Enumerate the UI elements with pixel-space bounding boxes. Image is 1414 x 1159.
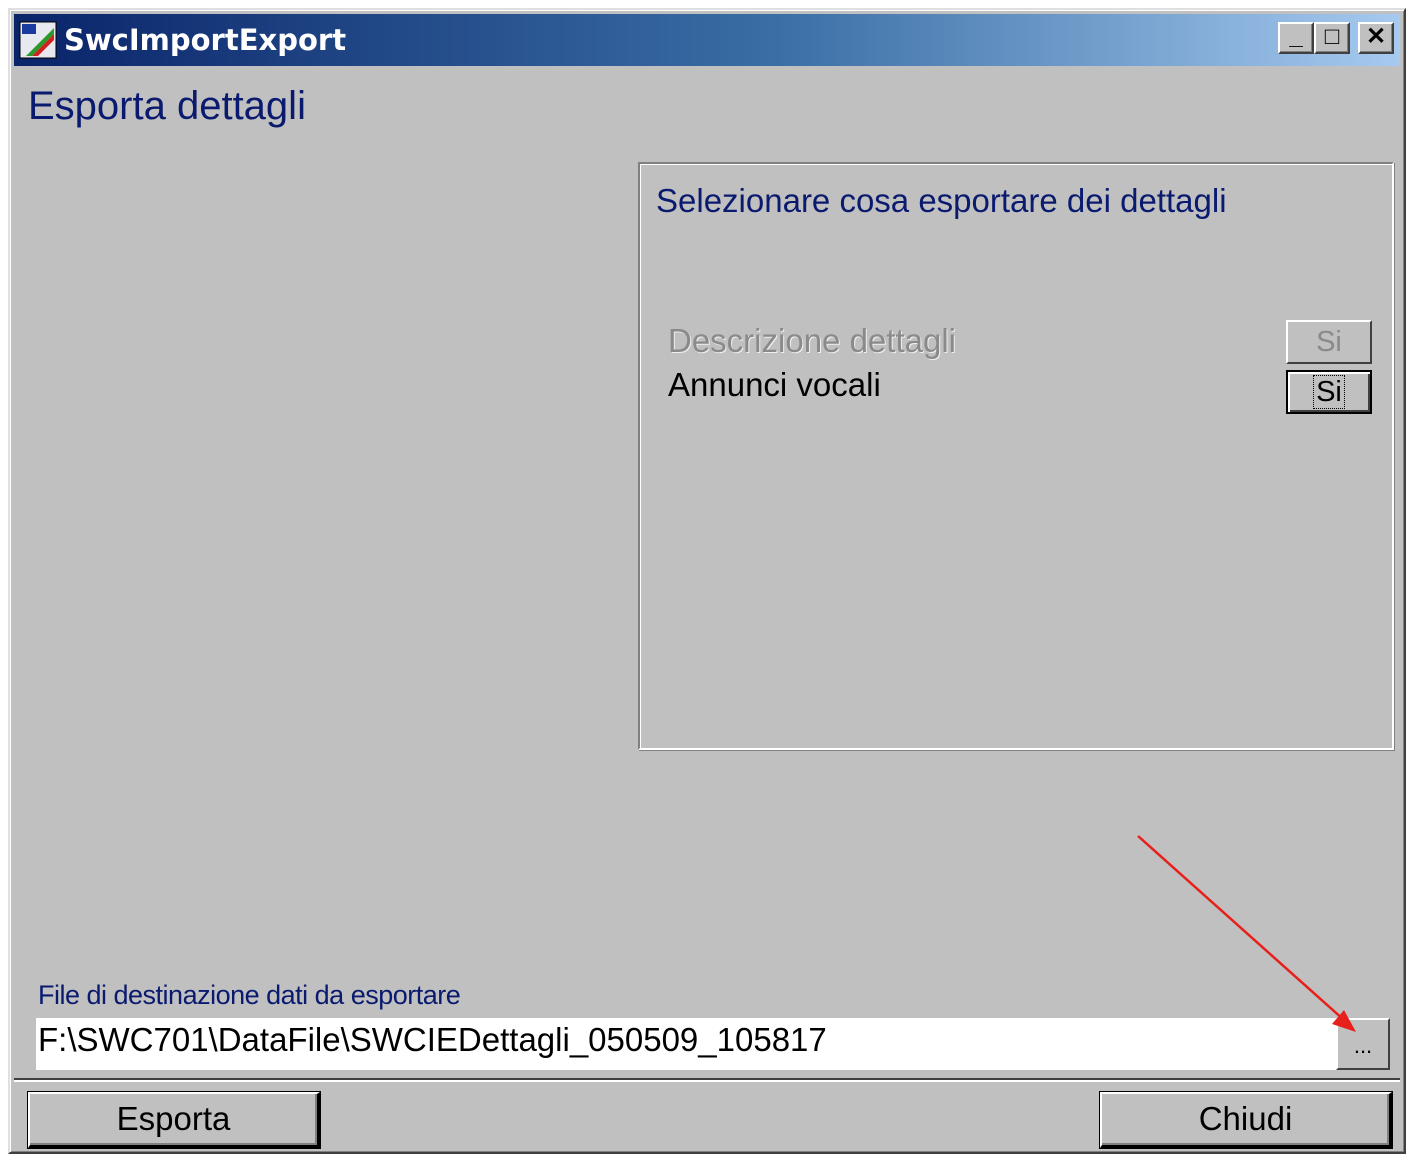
toggle-label: Si — [1316, 326, 1342, 358]
app-window: SwcImportExport _ □ ✕ Esporta dettagli S… — [8, 8, 1406, 1154]
page-title: Esporta dettagli — [28, 84, 306, 128]
app-icon — [19, 21, 57, 59]
close-icon: ✕ — [1365, 23, 1387, 50]
toggle-label: Si — [1313, 375, 1345, 409]
minimize-icon: _ — [1289, 23, 1303, 50]
export-button[interactable]: Esporta — [28, 1092, 320, 1148]
row-label-descrizione-dettagli: Descrizione dettagli — [668, 322, 956, 359]
selection-group: Selezionare cosa esportare dei dettagli … — [638, 162, 1394, 750]
row-label-annunci-vocali: Annunci vocali — [668, 366, 881, 403]
close-button[interactable]: ✕ — [1358, 22, 1394, 54]
footer-separator — [14, 1078, 1400, 1082]
close-dialog-button[interactable]: Chiudi — [1100, 1092, 1392, 1148]
destination-label: File di destinazione dati da esportare — [38, 980, 461, 1010]
toggle-annunci-vocali[interactable]: Si — [1286, 370, 1372, 414]
destination-file-input[interactable]: F:\SWC701\DataFile\SWCIEDettagli_050509_… — [36, 1018, 1336, 1070]
title-bar[interactable]: SwcImportExport _ □ ✕ — [14, 14, 1400, 66]
maximize-icon: □ — [1324, 23, 1340, 50]
minimize-button[interactable]: _ — [1278, 22, 1314, 54]
maximize-button[interactable]: □ — [1314, 22, 1350, 54]
toggle-descrizione-dettagli: Si — [1286, 320, 1372, 364]
browse-button[interactable]: ... — [1336, 1018, 1390, 1070]
selection-group-title: Selezionare cosa esportare dei dettagli — [656, 182, 1227, 219]
window-title: SwcImportExport — [64, 23, 347, 57]
